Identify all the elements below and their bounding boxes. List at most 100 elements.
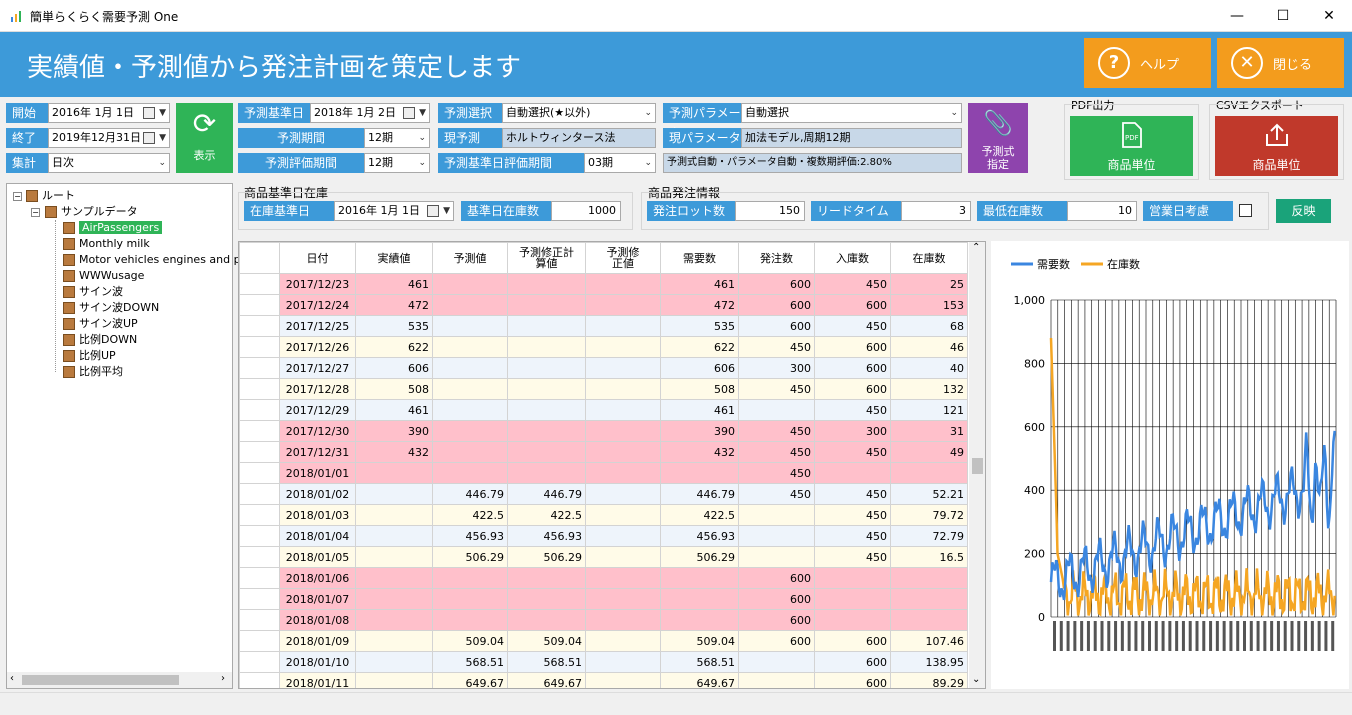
row-header[interactable]: [239, 609, 280, 631]
scroll-right-icon[interactable]: ›: [221, 673, 225, 684]
column-header[interactable]: 在庫数: [890, 242, 968, 274]
row-header[interactable]: [239, 525, 280, 547]
tree-node-item[interactable]: AirPassengers: [63, 220, 163, 236]
collapse-icon[interactable]: −: [13, 192, 22, 201]
scroll-down-icon[interactable]: ⌄: [972, 674, 980, 685]
tree-node-item[interactable]: 比例平均: [63, 364, 123, 380]
column-header[interactable]: 予測値: [432, 242, 508, 274]
param-select[interactable]: 自動選択 ⌄: [741, 103, 962, 123]
value-cell: 600: [738, 609, 815, 631]
eval-period-select[interactable]: 12期 ⌄: [364, 153, 430, 173]
start-date-picker[interactable]: 2016年 1月 1日 ▼: [48, 103, 170, 123]
period-select[interactable]: 12期 ⌄: [364, 128, 430, 148]
scroll-thumb[interactable]: [972, 458, 983, 474]
lot-input[interactable]: 150: [735, 201, 805, 221]
row-header[interactable]: [239, 672, 280, 688]
row-header[interactable]: [239, 315, 280, 337]
table-row[interactable]: 2018/01/09 509.04 509.04 509.04 600 600 107.46: [239, 630, 968, 652]
help-button[interactable]: ? ヘルプ: [1084, 38, 1211, 88]
maximize-button[interactable]: ☐: [1260, 0, 1306, 32]
value-cell: 456.93: [432, 525, 508, 547]
scroll-left-icon[interactable]: ‹: [10, 673, 14, 684]
row-header[interactable]: [239, 546, 280, 568]
row-header[interactable]: [239, 567, 280, 589]
column-header[interactable]: 予測修 正値: [585, 242, 661, 274]
tree-node-item[interactable]: Motor vehicles engines and p: [63, 252, 241, 268]
scroll-thumb[interactable]: [22, 675, 179, 685]
tree-node-item[interactable]: WWWusage: [63, 268, 144, 284]
min-stock-input[interactable]: 10: [1067, 201, 1137, 221]
row-header[interactable]: [239, 462, 280, 484]
base-date-picker[interactable]: 2018年 1月 2日 ▼: [310, 103, 430, 123]
table-row[interactable]: 2018/01/10 568.51 568.51 568.51 600 138.95: [239, 651, 968, 673]
row-header[interactable]: [239, 420, 280, 442]
row-header[interactable]: [239, 630, 280, 652]
column-header[interactable]: 予測修正計 算値: [507, 242, 586, 274]
row-header[interactable]: [239, 441, 280, 463]
minimize-button[interactable]: —: [1214, 0, 1260, 32]
table-row[interactable]: 2017/12/29 461 461 450 121: [239, 399, 968, 421]
table-row[interactable]: 2018/01/03 422.5 422.5 422.5 450 79.72: [239, 504, 968, 526]
pdf-export-button[interactable]: PDF 商品単位: [1070, 116, 1193, 176]
stock-date-picker[interactable]: 2016年 1月 1日 ▼: [334, 201, 454, 221]
table-row[interactable]: 2018/01/07 600: [239, 588, 968, 610]
tree-node-item[interactable]: 比例UP: [63, 348, 116, 364]
bizday-checkbox[interactable]: [1239, 204, 1252, 217]
end-date-picker[interactable]: 2019年12月31日 ▼: [48, 128, 170, 148]
table-row[interactable]: 2018/01/05 506.29 506.29 506.29 450 16.5: [239, 546, 968, 568]
tree-node-sample[interactable]: サンプルデータ: [45, 204, 138, 220]
row-header[interactable]: [239, 294, 280, 316]
row-header[interactable]: [239, 483, 280, 505]
scroll-up-icon[interactable]: ⌃: [972, 242, 980, 253]
column-header[interactable]: [239, 242, 280, 274]
row-header[interactable]: [239, 588, 280, 610]
row-header[interactable]: [239, 651, 280, 673]
table-row[interactable]: 2018/01/02 446.79 446.79 446.79 450 450 52.21: [239, 483, 968, 505]
show-button[interactable]: ⟳ 表示: [176, 103, 233, 173]
param-label: 予測パラメータ: [663, 103, 741, 140]
row-header[interactable]: [239, 336, 280, 358]
table-row[interactable]: 2018/01/08 600: [239, 609, 968, 631]
row-header[interactable]: [239, 378, 280, 400]
tree-node-item[interactable]: サイン波: [63, 284, 123, 300]
table-row[interactable]: 2017/12/23 461 461 600 450 25: [239, 273, 968, 295]
agg-select[interactable]: 日次 ⌄: [48, 153, 170, 173]
close-button[interactable]: ✕ 閉じる: [1217, 38, 1344, 88]
tree-hscrollbar[interactable]: ‹ ›: [7, 672, 232, 688]
formula-button[interactable]: 📎 予測式 指定: [968, 103, 1028, 173]
table-row[interactable]: 2017/12/26 622 622 450 600 46: [239, 336, 968, 358]
tree-node-item[interactable]: サイン波UP: [63, 316, 138, 332]
tree-node-item[interactable]: Monthly milk: [63, 236, 150, 252]
table-row[interactable]: 2017/12/28 508 508 450 600 132: [239, 378, 968, 400]
tree-node-root[interactable]: ルート: [26, 188, 75, 204]
table-row[interactable]: 2018/01/11 649.67 649.67 649.67 600 89.29: [239, 672, 968, 688]
table-row[interactable]: 2017/12/30 390 390 450 300 31: [239, 420, 968, 442]
table-row[interactable]: 2017/12/27 606 606 300 600 40: [239, 357, 968, 379]
lead-input[interactable]: 3: [901, 201, 971, 221]
grid-vscrollbar[interactable]: ⌃ ⌄: [969, 242, 985, 688]
csv-export-button[interactable]: 商品単位: [1215, 116, 1338, 176]
table-row[interactable]: 2017/12/24 472 472 600 600 153: [239, 294, 968, 316]
tree-node-item[interactable]: サイン波DOWN: [63, 300, 159, 316]
base-eval-select[interactable]: 03期 ⌄: [584, 153, 656, 173]
row-header[interactable]: [239, 504, 280, 526]
apply-button[interactable]: 反映: [1276, 199, 1331, 223]
column-header[interactable]: 日付: [279, 242, 356, 274]
table-row[interactable]: 2018/01/01 450: [239, 462, 968, 484]
stock-qty-input[interactable]: 1000: [551, 201, 621, 221]
collapse-icon[interactable]: −: [31, 208, 40, 217]
column-header[interactable]: 入庫数: [814, 242, 891, 274]
table-row[interactable]: 2017/12/25 535 535 600 450 68: [239, 315, 968, 337]
row-header[interactable]: [239, 357, 280, 379]
forecast-select[interactable]: 自動選択(★以外) ⌄: [502, 103, 656, 123]
window-close-button[interactable]: ✕: [1306, 0, 1352, 32]
row-header[interactable]: [239, 399, 280, 421]
tree-node-item[interactable]: 比例DOWN: [63, 332, 137, 348]
column-header[interactable]: 実績値: [355, 242, 433, 274]
row-header[interactable]: [239, 273, 280, 295]
column-header[interactable]: 発注数: [738, 242, 815, 274]
table-row[interactable]: 2017/12/31 432 432 450 450 49: [239, 441, 968, 463]
column-header[interactable]: 需要数: [660, 242, 739, 274]
table-row[interactable]: 2018/01/04 456.93 456.93 456.93 450 72.79: [239, 525, 968, 547]
table-row[interactable]: 2018/01/06 600: [239, 567, 968, 589]
